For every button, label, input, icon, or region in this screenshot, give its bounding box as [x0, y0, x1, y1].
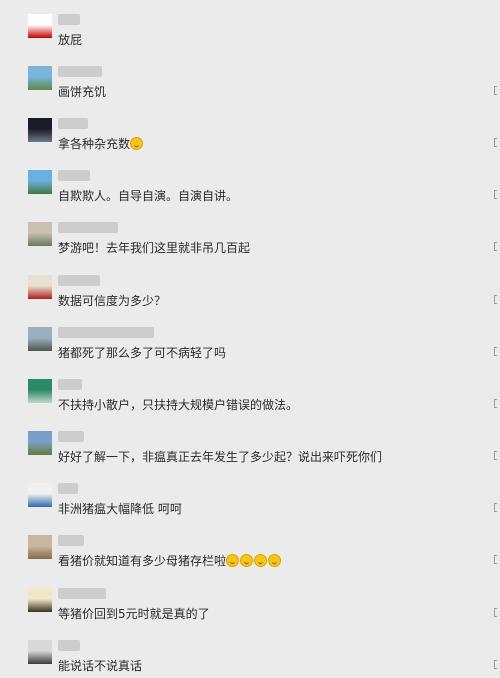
emoji-icon [254, 554, 268, 567]
comment-text: 画饼充饥 [58, 85, 107, 99]
like-icon[interactable] [494, 293, 500, 307]
comment-text: 看猪价就知道有多少母猪存栏啦 [58, 553, 282, 569]
comment-text: 猪都死了那么多了可不病轻了吗 [58, 346, 227, 360]
nickname-blurred [58, 327, 154, 338]
comment-list: 放屁 画饼充饥 拿各种杂充数 自欺欺人。自导自演。自演自讲。 梦游吧！去年我们这… [0, 0, 500, 678]
emoji-icon [130, 137, 144, 150]
like-icon[interactable] [494, 84, 500, 98]
like-icon[interactable] [494, 136, 500, 150]
avatar[interactable] [28, 379, 52, 403]
comment-item: 梦游吧！去年我们这里就非吊几百起 [0, 222, 500, 274]
like-icon[interactable] [494, 658, 500, 672]
comment-text: 梦游吧！去年我们这里就非吊几百起 [58, 241, 251, 255]
comment-text: 放屁 [58, 33, 83, 47]
comment-item: 画饼充饥 [0, 66, 500, 118]
comment-item: 等猪价回到5元时就是真的了 [0, 588, 500, 640]
avatar[interactable] [28, 327, 52, 351]
comment-item: 放屁 [0, 14, 500, 66]
comment-item: 不扶持小散户，只扶持大规模户错误的做法。 [0, 379, 500, 431]
comment-item: 能说话不说真话 [0, 640, 500, 678]
like-icon[interactable] [494, 606, 500, 620]
avatar[interactable] [28, 431, 52, 455]
nickname-blurred [58, 483, 78, 494]
nickname-blurred [58, 379, 82, 390]
nickname-blurred [58, 640, 80, 651]
nickname-blurred [58, 14, 80, 25]
like-icon[interactable] [494, 449, 500, 463]
avatar[interactable] [28, 640, 52, 664]
avatar[interactable] [28, 170, 52, 194]
emoji-icon [240, 554, 254, 567]
emoji-group [130, 137, 144, 151]
like-icon[interactable] [494, 188, 500, 202]
emoji-icon [226, 554, 240, 567]
nickname-blurred [58, 431, 84, 442]
like-icon[interactable] [494, 553, 500, 567]
comment-text: 能说话不说真话 [58, 659, 143, 673]
nickname-blurred [58, 535, 84, 546]
avatar[interactable] [28, 275, 52, 299]
comment-text: 非洲猪瘟大幅降低 呵呵 [58, 502, 182, 516]
comment-text: 拿各种杂充数 [58, 136, 144, 152]
comment-text: 自欺欺人。自导自演。自演自讲。 [58, 189, 239, 203]
avatar[interactable] [28, 535, 52, 559]
like-icon[interactable] [494, 397, 500, 411]
nickname-blurred [58, 170, 90, 181]
nickname-blurred [58, 118, 88, 129]
like-icon[interactable] [494, 501, 500, 515]
comment-item: 拿各种杂充数 [0, 118, 500, 170]
nickname-blurred [58, 588, 106, 599]
comment-text: 不扶持小散户，只扶持大规模户错误的做法。 [58, 398, 299, 412]
emoji-group [226, 554, 282, 568]
comment-item: 好好了解一下，非瘟真正去年发生了多少起？说出来吓死你们 [0, 431, 500, 483]
avatar[interactable] [28, 118, 52, 142]
like-icon[interactable] [494, 345, 500, 359]
comment-text: 数据可信度为多少？ [58, 294, 167, 308]
comment-text: 好好了解一下，非瘟真正去年发生了多少起？说出来吓死你们 [58, 450, 383, 464]
nickname-blurred [58, 222, 118, 233]
comment-item: 看猪价就知道有多少母猪存栏啦 [0, 535, 500, 587]
emoji-icon [268, 554, 282, 567]
comment-item: 猪都死了那么多了可不病轻了吗 [0, 327, 500, 379]
avatar[interactable] [28, 222, 52, 246]
nickname-blurred [58, 66, 102, 77]
avatar[interactable] [28, 588, 52, 612]
nickname-blurred [58, 275, 100, 286]
avatar[interactable] [28, 483, 52, 507]
avatar[interactable] [28, 66, 52, 90]
avatar[interactable] [28, 14, 52, 38]
like-icon[interactable] [494, 240, 500, 254]
comment-item: 数据可信度为多少？ [0, 275, 500, 327]
comment-item: 非洲猪瘟大幅降低 呵呵 [0, 483, 500, 535]
comment-item: 自欺欺人。自导自演。自演自讲。 [0, 170, 500, 222]
comment-text: 等猪价回到5元时就是真的了 [58, 607, 210, 621]
